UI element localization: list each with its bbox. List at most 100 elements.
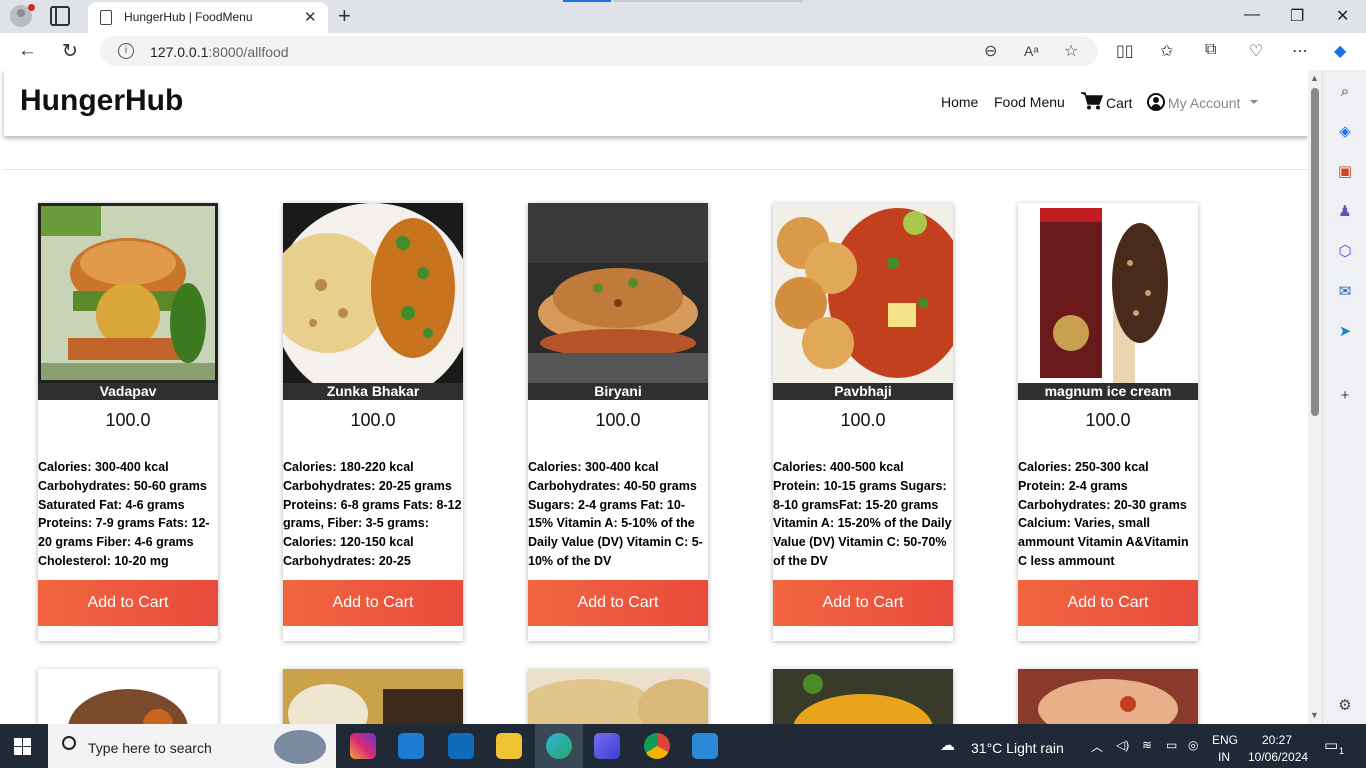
page-scrollbar[interactable]: ▲ ▼ xyxy=(1308,70,1322,724)
brand-logo[interactable]: HungerHub xyxy=(20,84,183,118)
tab-actions-icon[interactable] xyxy=(50,6,70,26)
restore-icon[interactable]: ❐ xyxy=(1290,6,1304,26)
browser-tab-active[interactable]: HungerHub | FoodMenu ✕ xyxy=(88,2,328,33)
tray-chevron-up-icon[interactable]: ︿ xyxy=(1091,738,1103,755)
nav-cart-link[interactable]: Cart xyxy=(1106,95,1132,111)
clock-date[interactable]: 10/06/2024 xyxy=(1248,750,1308,764)
chevron-down-icon[interactable] xyxy=(1250,100,1258,104)
favorite-star-icon[interactable]: ☆ xyxy=(1064,41,1078,61)
site-info-icon[interactable]: i xyxy=(118,43,134,59)
browser-essentials-icon[interactable]: ♡ xyxy=(1249,41,1263,61)
microsoft365-icon[interactable]: ⬡ xyxy=(1335,242,1355,262)
food-image-zunka-bhakar xyxy=(283,203,463,383)
minimize-icon[interactable]: — xyxy=(1244,6,1260,24)
favorites-icon[interactable]: ✩ xyxy=(1160,41,1173,61)
url-text: 127.0.0.1:8000/allfood xyxy=(150,44,289,60)
sidebar-settings-icon[interactable]: ⚙ xyxy=(1335,696,1355,716)
split-screen-icon[interactable]: ▯▯ xyxy=(1116,41,1134,61)
nav-my-account-dropdown[interactable]: My Account xyxy=(1168,95,1240,111)
search-icon xyxy=(62,736,76,750)
meet-now-icon[interactable]: ◎ xyxy=(1188,738,1198,752)
refresh-icon[interactable]: ↻ xyxy=(62,40,78,63)
tools-icon[interactable]: ▣ xyxy=(1335,162,1355,182)
food-card-partial xyxy=(528,669,708,724)
scroll-down-icon[interactable]: ▼ xyxy=(1310,710,1319,720)
close-window-icon[interactable]: ✕ xyxy=(1336,6,1349,26)
food-card-partial xyxy=(773,669,953,724)
add-to-cart-button[interactable]: Add to Cart xyxy=(38,580,218,626)
add-to-cart-button[interactable]: Add to Cart xyxy=(773,580,953,626)
copilot-icon[interactable]: ◆ xyxy=(1334,41,1346,61)
nav-home-link[interactable]: Home xyxy=(941,94,978,110)
browser-sidebar: ⌕ ◈ ▣ ♟ ⬡ ✉ ➤ + ⚙ xyxy=(1322,70,1366,724)
add-to-cart-button[interactable]: Add to Cart xyxy=(528,580,708,626)
page-viewport: HungerHub Home Food Menu Cart My Account xyxy=(0,70,1308,724)
loading-track xyxy=(613,0,803,2)
chrome-icon[interactable] xyxy=(644,733,670,759)
windows-taskbar: Type here to search ☁ 31°C Light rain ︿ … xyxy=(0,724,1366,768)
weather-text[interactable]: 31°C Light rain xyxy=(971,740,1064,756)
clock-time[interactable]: 20:27 xyxy=(1262,733,1292,747)
food-card: Biryani 100.0 Calories: 300-400 kcal Car… xyxy=(528,203,708,641)
microsoft-store-icon[interactable] xyxy=(398,733,424,759)
new-tab-icon[interactable]: + xyxy=(338,3,351,29)
vscode-icon[interactable] xyxy=(692,733,718,759)
windows-start-icon[interactable] xyxy=(14,738,31,755)
mail-icon[interactable] xyxy=(448,733,474,759)
taskbar-search-box[interactable]: Type here to search xyxy=(48,724,336,768)
food-card: Vadapav 100.0 Calories: 300-400 kcal Car… xyxy=(38,203,218,641)
add-sidebar-item-icon[interactable]: + xyxy=(1335,386,1355,406)
scroll-up-icon[interactable]: ▲ xyxy=(1310,73,1319,83)
read-aloud-icon[interactable]: Aᵃ xyxy=(1024,43,1039,59)
food-price: 100.0 xyxy=(840,410,886,430)
food-card: Zunka Bhakar 100.0 Calories: 180-220 kca… xyxy=(283,203,463,641)
header-divider xyxy=(4,169,1308,170)
url-path: :8000/allfood xyxy=(208,44,289,60)
food-name: Biryani xyxy=(528,383,708,400)
instagram-icon[interactable] xyxy=(350,733,376,759)
more-menu-icon[interactable]: ⋯ xyxy=(1292,41,1308,61)
food-description: Calories: 300-400 kcal Carbohydrates: 40… xyxy=(528,460,703,568)
cart-icon[interactable] xyxy=(1081,92,1103,110)
edge-browser-icon[interactable] xyxy=(546,733,572,759)
battery-icon[interactable]: ▭ xyxy=(1166,738,1177,752)
account-icon[interactable] xyxy=(1147,93,1165,111)
wifi-icon[interactable]: ≋ xyxy=(1142,738,1152,752)
food-name: Pavbhaji xyxy=(773,383,953,400)
send-icon[interactable]: ➤ xyxy=(1335,322,1355,342)
site-header: HungerHub Home Food Menu Cart My Account xyxy=(4,70,1308,136)
food-card-partial xyxy=(38,669,218,724)
outlook-icon[interactable]: ✉ xyxy=(1335,282,1355,302)
language-line1[interactable]: ENG xyxy=(1212,733,1238,747)
food-price: 100.0 xyxy=(1085,410,1131,430)
notification-icon[interactable]: ▭ xyxy=(1324,736,1338,754)
profile-notification-dot xyxy=(28,4,35,11)
food-card-partial xyxy=(1018,669,1198,724)
copilot-taskbar-icon[interactable] xyxy=(594,733,620,759)
tab-title: HungerHub | FoodMenu xyxy=(124,10,253,24)
food-card: magnum ice cream 100.0 Calories: 250-300… xyxy=(1018,203,1198,641)
sidebar-search-icon[interactable]: ⌕ xyxy=(1335,82,1355,102)
weather-cloud-icon[interactable]: ☁ xyxy=(940,736,955,754)
shopping-tag-icon[interactable]: ◈ xyxy=(1335,122,1355,142)
food-image-pavbhaji xyxy=(773,203,953,383)
language-line2[interactable]: IN xyxy=(1218,750,1230,764)
food-price: 100.0 xyxy=(595,410,641,430)
add-to-cart-button[interactable]: Add to Cart xyxy=(283,580,463,626)
zoom-icon[interactable]: ⊖ xyxy=(984,41,997,61)
notification-count: 1 xyxy=(1339,746,1345,756)
file-explorer-icon[interactable] xyxy=(496,733,522,759)
back-icon[interactable]: ← xyxy=(18,40,37,62)
close-tab-icon[interactable]: ✕ xyxy=(304,8,317,26)
collections-icon[interactable]: ⧉ xyxy=(1205,41,1216,59)
volume-icon[interactable]: ◁) xyxy=(1116,738,1129,752)
scrollbar-thumb[interactable] xyxy=(1311,88,1319,416)
food-price: 100.0 xyxy=(350,410,396,430)
add-to-cart-button[interactable]: Add to Cart xyxy=(1018,580,1198,626)
browser-toolbar: ← ↻ i 127.0.0.1:8000/allfood ⊖ Aᵃ ☆ ▯▯ ✩… xyxy=(0,33,1366,70)
address-bar[interactable]: i 127.0.0.1:8000/allfood ⊖ Aᵃ ☆ xyxy=(100,36,1098,66)
search-highlight-icon xyxy=(274,730,326,764)
nav-food-menu-link[interactable]: Food Menu xyxy=(994,94,1065,110)
games-icon[interactable]: ♟ xyxy=(1335,202,1355,222)
food-image-biryani xyxy=(528,203,708,383)
